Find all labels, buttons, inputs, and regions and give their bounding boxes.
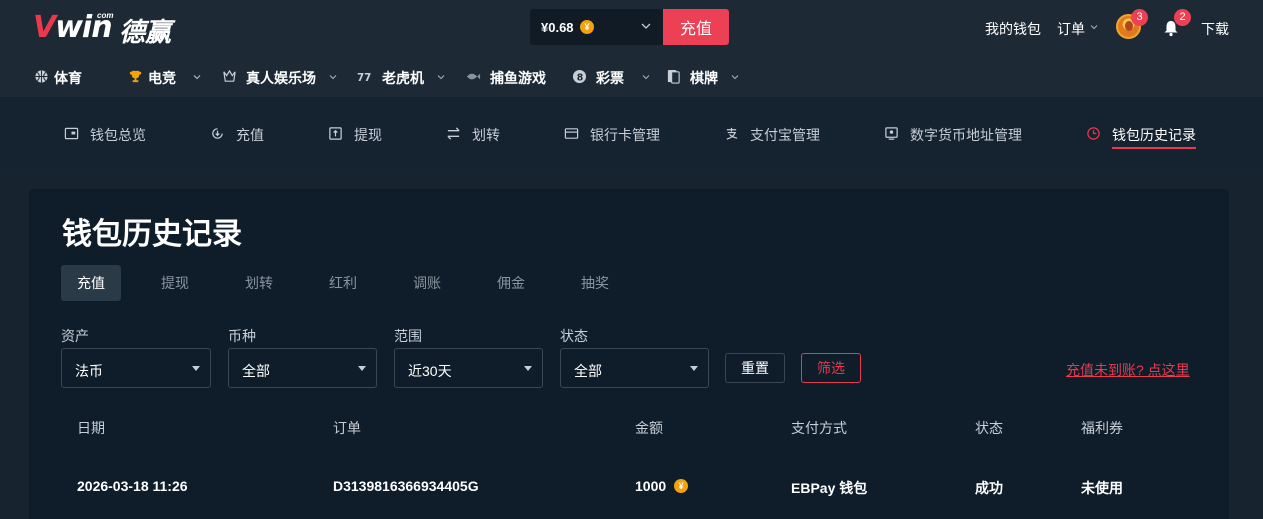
- avatar-badge: 3: [1131, 9, 1148, 26]
- row-date: 2026-03-18 11:26: [77, 478, 188, 494]
- column-header-payment-method: 支付方式: [791, 420, 847, 436]
- column-header-order: 订单: [333, 420, 361, 436]
- nav-item-esports[interactable]: 电竞: [128, 68, 203, 86]
- tab-transfer[interactable]: 划转: [229, 265, 289, 301]
- column-header-status: 状态: [975, 420, 1003, 436]
- notification-badge: 2: [1174, 9, 1191, 26]
- alipay-icon: [726, 127, 738, 140]
- tab-lottery-draw[interactable]: 抽奖: [565, 265, 625, 301]
- range-label: 范围: [394, 328, 422, 344]
- nav-item-cards[interactable]: 棋牌: [666, 68, 746, 86]
- nav-item-live-casino[interactable]: 真人娱乐场: [222, 68, 342, 86]
- status-select[interactable]: 全部: [560, 348, 709, 388]
- dropdown-arrow-icon: [524, 366, 532, 371]
- tab-commission[interactable]: 佣金: [481, 265, 541, 301]
- subnav-alipay[interactable]: 支付宝管理: [724, 125, 824, 145]
- tab-withdraw[interactable]: 提现: [145, 265, 205, 301]
- column-header-date: 日期: [77, 420, 105, 436]
- recharge-button[interactable]: 充值: [663, 9, 729, 45]
- bank-card-icon: [564, 128, 579, 139]
- tab-adjustment[interactable]: 调账: [397, 265, 457, 301]
- lottery-ball-icon: 8: [572, 69, 587, 83]
- fish-icon: [466, 73, 481, 80]
- chevron-down-icon: [642, 75, 650, 80]
- currency-label: 币种: [228, 328, 256, 344]
- clock-icon: [1087, 127, 1100, 140]
- range-select[interactable]: 近30天: [394, 348, 543, 388]
- chevron-down-icon: [641, 23, 651, 29]
- crypto-address-icon: [885, 127, 898, 140]
- column-header-amount: 金额: [635, 420, 663, 436]
- subnav-crypto-address[interactable]: 数字货币地址管理: [884, 125, 1024, 145]
- wallet-icon: [64, 127, 79, 140]
- top-header: Vwin com 德赢 ¥0.68 ¥ 充值 我的钱包 订单 3 2 下载 体育…: [0, 0, 1263, 97]
- logo-chinese: 德赢: [119, 17, 172, 47]
- yuan-coin-icon: ¥: [674, 478, 689, 493]
- tab-recharge[interactable]: 充值: [61, 265, 121, 301]
- my-wallet-link[interactable]: 我的钱包: [985, 19, 1041, 39]
- balance-dropdown[interactable]: ¥0.68 ¥: [530, 9, 663, 45]
- row-coupon: 未使用: [1081, 480, 1123, 496]
- crown-icon: [223, 69, 236, 82]
- balance-amount: ¥0.68: [541, 20, 574, 35]
- nav-item-slots[interactable]: 77 老虎机: [357, 68, 447, 86]
- row-amount: 1000 ¥: [635, 478, 689, 494]
- nav-item-lottery[interactable]: 8 彩票: [572, 68, 652, 86]
- subnav-wallet-overview[interactable]: 钱包总览: [64, 125, 154, 145]
- reset-button[interactable]: 重置: [725, 353, 785, 383]
- dropdown-arrow-icon: [358, 366, 366, 371]
- download-link[interactable]: 下载: [1201, 19, 1229, 39]
- svg-text:77: 77: [357, 72, 371, 84]
- row-payment-method: EBPay 钱包: [791, 480, 868, 496]
- chevron-down-icon: [329, 75, 337, 80]
- logo-com: com: [97, 11, 114, 20]
- wallet-history-panel: 钱包历史记录 充值 提现 划转 红利 调账 佣金 抽奖 资产 币种 范围 状态 …: [29, 189, 1229, 519]
- filter-button[interactable]: 筛选: [801, 353, 861, 383]
- currency-select[interactable]: 全部: [228, 348, 377, 388]
- basketball-icon: [35, 70, 48, 83]
- column-header-coupon: 福利券: [1081, 420, 1123, 436]
- chevron-down-icon: [193, 75, 201, 80]
- orders-menu[interactable]: 订单: [1057, 19, 1085, 39]
- cards-icon: [667, 69, 680, 84]
- tab-bonus[interactable]: 红利: [313, 265, 373, 301]
- page-title: 钱包历史记录: [62, 218, 242, 251]
- chevron-down-icon: [1090, 25, 1098, 30]
- status-label: 状态: [560, 328, 588, 344]
- asset-label: 资产: [61, 328, 89, 344]
- dropdown-arrow-icon: [192, 366, 200, 371]
- withdraw-icon: [329, 127, 342, 140]
- row-order-id: D3139816366934405G: [333, 478, 479, 494]
- subnav-withdraw[interactable]: 提现: [328, 125, 388, 145]
- slot-icon: 77: [357, 72, 371, 84]
- asset-select[interactable]: 法币: [61, 348, 211, 388]
- yuan-coin-icon: ¥: [580, 20, 594, 34]
- chevron-down-icon: [731, 75, 739, 80]
- game-nav: 体育 电竞 真人娱乐场 77 老虎机 捕鱼游戏 8 彩票 棋牌: [0, 56, 1263, 97]
- subnav-transfer[interactable]: 划转: [446, 125, 506, 145]
- dropdown-arrow-icon: [690, 366, 698, 371]
- subnav-recharge[interactable]: 充值: [210, 125, 270, 145]
- svg-text:8: 8: [577, 72, 584, 83]
- subnav-bank-card[interactable]: 银行卡管理: [564, 125, 664, 145]
- transfer-icon: [447, 127, 460, 140]
- trophy-icon: [129, 70, 142, 83]
- deposit-icon: [212, 128, 223, 139]
- vwin-logo[interactable]: Vwin com 德赢: [33, 10, 193, 47]
- recharge-help-link[interactable]: 充值未到账? 点这里: [1066, 360, 1190, 380]
- wallet-subnav: 钱包总览 充值 提现 划转 银行卡管理 支付宝管理 数字货币地址管理 钱包历史记…: [0, 97, 1263, 169]
- subnav-wallet-history[interactable]: 钱包历史记录: [1086, 125, 1201, 149]
- row-status: 成功: [975, 480, 1003, 496]
- chevron-down-icon: [437, 75, 445, 80]
- nav-item-fishing[interactable]: 捕鱼游戏: [466, 68, 551, 86]
